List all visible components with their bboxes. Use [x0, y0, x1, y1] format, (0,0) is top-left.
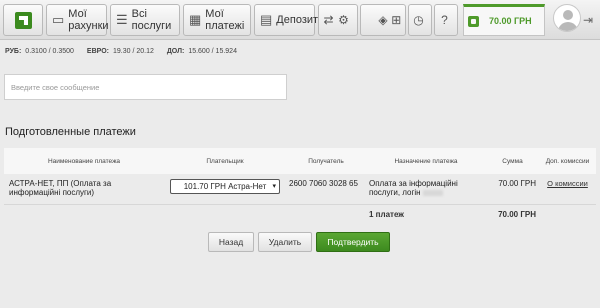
- rate-usd-label: ДОЛ:: [166, 48, 185, 55]
- wallet-icon: ▭: [52, 12, 65, 27]
- help-icon[interactable]: ?: [437, 13, 452, 27]
- briefcase-icon: ▤: [260, 12, 273, 27]
- transport-icon[interactable]: ⇄: [321, 13, 336, 27]
- payer-select[interactable]: 101.70 ГРН Астра-Нет ▾: [170, 179, 280, 194]
- fee-link[interactable]: О комиссии: [547, 179, 588, 188]
- nav-deposits-label: Депозити: [276, 14, 325, 26]
- nav-my-payments-label: Мої платежі: [205, 8, 245, 32]
- logout-icon[interactable]: ⇥: [583, 13, 593, 27]
- nav-my-accounts-label: Мої рахунки: [68, 8, 109, 32]
- rate-eur-value: 19.30 / 20.12: [112, 48, 154, 55]
- header-recipient: Получатель: [286, 148, 366, 174]
- rate-rub-value: 0.3100 / 0.3500: [25, 48, 74, 55]
- page-title: Подготовленные платежи: [5, 126, 136, 138]
- payments-table: Наименование платежа Плательщик Получате…: [4, 148, 596, 222]
- payments-count: 1 платеж: [366, 203, 486, 222]
- nav-my-payments[interactable]: ▦ Мої платежі: [183, 4, 251, 36]
- confirm-button[interactable]: Подтвердить: [316, 232, 390, 252]
- table-header-row: Наименование платежа Плательщик Получате…: [4, 148, 596, 174]
- delete-button[interactable]: Удалить: [258, 232, 312, 252]
- header-payer: Плательщик: [164, 148, 286, 174]
- nav-my-accounts[interactable]: ▭ Мої рахунки: [46, 4, 109, 36]
- rate-usd-value: 15.600 / 15.924: [188, 48, 237, 55]
- payment-purpose: Оплата за інформаційні послуги, логін: [369, 179, 458, 197]
- rate-eur-label: ЕВРО:: [86, 48, 109, 55]
- nav-deposits[interactable]: ▤ Депозити: [254, 4, 324, 36]
- header-purpose: Назначение платежа: [366, 148, 486, 174]
- grid-icon: ▦: [189, 12, 202, 27]
- history-icon[interactable]: ◷: [411, 13, 426, 27]
- chevron-down-icon: ▾: [272, 183, 276, 190]
- nav-transfer-group: ⇄ ⚙: [318, 4, 358, 36]
- back-button[interactable]: Назад: [208, 232, 254, 252]
- payer-cell: 101.70 ГРН Астра-Нет ▾: [164, 174, 286, 204]
- list-icon: ☰: [116, 12, 128, 27]
- payer-select-value: 101.70 ГРН Астра-Нет: [183, 182, 267, 191]
- exchange-rates: РУБ: 0.3100 / 0.3500 ЕВРО: 19.30 / 20.12 Д…: [5, 48, 248, 55]
- rate-rub-label: РУБ:: [5, 48, 22, 55]
- balance-amount: 70.00 ГРН: [489, 16, 532, 26]
- balance-tab[interactable]: 70.00 ГРН: [463, 4, 545, 36]
- payment-name: АСТРА-НЕТ, ПП (Оплата за информаційні по…: [9, 179, 112, 197]
- balance-wallet-icon: [468, 15, 479, 27]
- table-row: АСТРА-НЕТ, ПП (Оплата за информаційні по…: [4, 174, 596, 204]
- payment-amount: 70.00 ГРН: [498, 179, 536, 188]
- logo-mark-icon: [15, 12, 32, 29]
- header-amount: Сумма: [486, 148, 539, 174]
- nav-history-group: ◷: [408, 4, 432, 36]
- privatbank-logo[interactable]: [3, 4, 43, 36]
- nav-help-group: ?: [434, 4, 458, 36]
- nav-all-services-label: Всі послуги: [131, 8, 172, 32]
- purpose-cell: Оплата за інформаційні послуги, логін: [366, 174, 486, 204]
- top-navigation: ▭ Мої рахунки ☰ Всі послуги ▦ Мої платеж…: [0, 0, 600, 40]
- avatar[interactable]: [553, 4, 581, 32]
- windows-icon[interactable]: ⊞: [390, 13, 403, 27]
- header-fee: Доп. комиссии: [539, 148, 596, 174]
- nav-all-services[interactable]: ☰ Всі послуги: [110, 4, 180, 36]
- table-footer-row: 1 платеж 70.00 ГРН: [4, 203, 596, 222]
- recipient-account: 2600 7060 3028 65: [289, 179, 358, 188]
- fee-cell: О комиссии: [539, 174, 596, 204]
- header-name: Наименование платежа: [4, 148, 164, 174]
- settings-circle-icon[interactable]: ⚙: [336, 13, 351, 27]
- payments-total: 70.00 ГРН: [486, 203, 539, 222]
- android-icon[interactable]: ◈: [376, 13, 389, 27]
- redacted-login: [422, 189, 443, 196]
- nav-apps-group: ◈ ⊞: [360, 4, 406, 36]
- message-input[interactable]: Введите свое сообщение: [4, 74, 287, 100]
